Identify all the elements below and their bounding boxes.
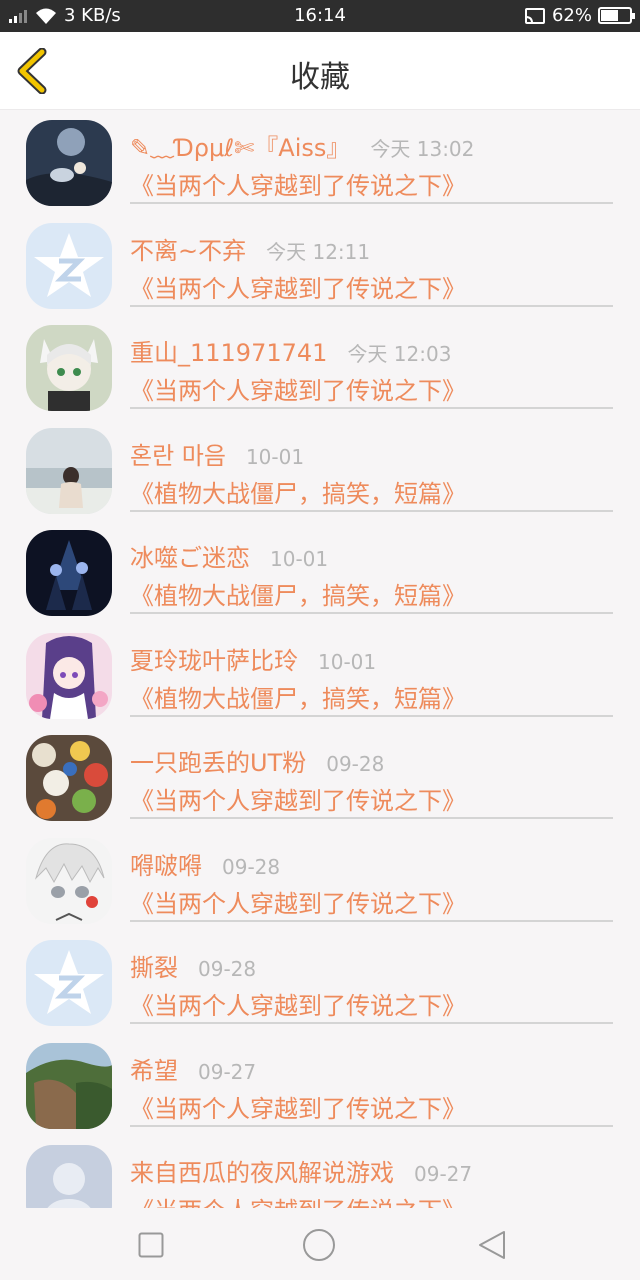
story-title[interactable]: 《当两个人穿越到了传说之下》 [130,269,466,304]
battery-icon [598,7,635,24]
avatar[interactable] [26,837,112,924]
page-title: 收藏 [290,60,350,95]
timestamp: 今天 12:11 [266,239,371,264]
battery-percent: 62% [551,5,592,26]
list-item[interactable]: 嘚啵嘚 09-28 《当两个人穿越到了传说之下》 [0,828,640,931]
user-name[interactable]: 撕裂 [130,948,178,983]
list-item[interactable]: 冰噬ご迷恋 10-01 《植物大战僵尸，搞笑，短篇》 [0,520,640,623]
avatar[interactable] [26,940,112,1026]
story-title[interactable]: 《当两个人穿越到了传说之下》 [130,781,466,816]
story-title[interactable]: 《当两个人穿越到了传说之下》 [130,986,466,1021]
item-header: 혼란 마음 10-01 [130,436,304,471]
cast-icon [524,7,545,24]
list-item[interactable]: 撕裂 09-28 《当两个人穿越到了传说之下》 [0,930,640,1033]
user-name[interactable]: 혼란 마음 [130,436,226,471]
item-header: 嘚啵嘚 09-28 [130,846,280,881]
timestamp: 09-28 [198,957,257,981]
user-name[interactable]: 冰噬ご迷恋 [130,538,250,573]
list-item[interactable]: 希望 09-27 《当两个人穿越到了传说之下》 [0,1033,640,1136]
divider [130,919,613,922]
user-name[interactable]: 夏玲珑叶萨比玲 [130,641,298,676]
list-item[interactable]: 夏玲珑叶萨比玲 10-01 《植物大战僵尸，搞笑，短篇》 [0,623,640,726]
item-header: ✎﹏Ɗρμℓ✄『Aiss』 今天 13:02 [130,128,474,163]
avatar[interactable] [26,1042,112,1129]
avatar[interactable] [26,427,112,514]
system-nav-bar [0,1208,640,1280]
divider [130,509,613,512]
list-item[interactable]: 重山_111971741 今天 12:03 《当两个人穿越到了传说之下》 [0,315,640,418]
user-name[interactable]: ✎﹏Ɗρμℓ✄『Aiss』 [130,128,350,163]
item-header: 撕裂 09-28 [130,948,256,983]
story-title[interactable]: 《植物大战僵尸，搞笑，短篇》 [130,679,466,714]
user-name[interactable]: 不离~不弃 [130,231,246,266]
item-header: 重山_111971741 今天 12:03 [130,333,451,368]
timestamp: 10-01 [318,649,377,674]
home-icon[interactable] [302,1228,336,1262]
item-header: 冰噬ご迷恋 10-01 [130,538,328,573]
timestamp: 09-27 [414,1162,473,1186]
timestamp: 09-28 [326,752,385,776]
divider [130,1022,613,1024]
list-item[interactable]: ✎﹏Ɗρμℓ✄『Aiss』 今天 13:02 《当两个人穿越到了传说之下》 [0,110,640,213]
list-item[interactable]: 一只跑丢的UT粉 09-28 《当两个人穿越到了传说之下》 [0,725,640,828]
avatar[interactable] [26,222,112,309]
story-title[interactable]: 《当两个人穿越到了传说之下》 [130,1191,466,1208]
timestamp: 09-27 [198,1059,257,1084]
user-name[interactable]: 一只跑丢的UT粉 [130,743,306,778]
divider [130,407,613,409]
story-title[interactable]: 《当两个人穿越到了传说之下》 [130,371,466,406]
avatar[interactable] [26,120,112,206]
timestamp: 今天 13:02 [370,137,475,161]
item-header: 不离~不弃 今天 12:11 [130,231,370,266]
timestamp: 今天 12:03 [347,342,452,366]
story-title[interactable]: 《当两个人穿越到了传说之下》 [130,166,466,201]
item-header: 夏玲珑叶萨比玲 10-01 [130,641,376,676]
divider [130,714,613,717]
user-name[interactable]: 重山_111971741 [130,333,327,368]
avatar[interactable] [26,1145,112,1208]
favorites-list: ✎﹏Ɗρμℓ✄『Aiss』 今天 13:02 《当两个人穿越到了传说之下》 不离~不弃… [0,110,640,1208]
item-header: 来自西瓜的夜风解说游戏 09-27 [130,1153,472,1188]
app-header: 收藏 [0,32,640,110]
list-item[interactable]: 不离~不弃 今天 12:11 《当两个人穿越到了传说之下》 [0,213,640,316]
list-item[interactable]: 혼란 마음 10-01 《植物大战僵尸，搞笑，短篇》 [0,418,640,521]
list-item[interactable]: 来自西瓜的夜风解说游戏 09-27 《当两个人穿越到了传说之下》 [0,1135,640,1208]
divider [130,817,613,819]
story-title[interactable]: 《植物大战僵尸，搞笑，短篇》 [130,576,466,611]
divider [130,202,613,204]
timestamp: 10-01 [245,444,305,469]
timestamp: 09-28 [222,854,281,879]
avatar[interactable] [26,735,112,821]
avatar[interactable] [26,632,112,719]
status-bar: 3 KB/s 16:14 62% [0,0,640,32]
back-icon[interactable] [478,1230,506,1260]
story-title[interactable]: 《植物大战僵尸，搞笑，短篇》 [130,474,466,509]
divider [130,1124,613,1127]
item-header: 希望 09-27 [130,1051,256,1086]
story-title[interactable]: 《当两个人穿越到了传说之下》 [130,884,466,919]
recent-apps-icon[interactable] [138,1232,164,1258]
item-header: 一只跑丢的UT粉 09-28 [130,743,384,778]
story-title[interactable]: 《当两个人穿越到了传说之下》 [130,1089,466,1124]
user-name[interactable]: 希望 [130,1051,178,1086]
timestamp: 10-01 [270,547,329,571]
user-name[interactable]: 来自西瓜的夜风解说游戏 [130,1153,394,1188]
user-name[interactable]: 嘚啵嘚 [130,846,202,881]
divider [130,612,613,614]
divider [130,304,613,307]
avatar[interactable] [26,530,112,616]
avatar[interactable] [26,325,112,411]
